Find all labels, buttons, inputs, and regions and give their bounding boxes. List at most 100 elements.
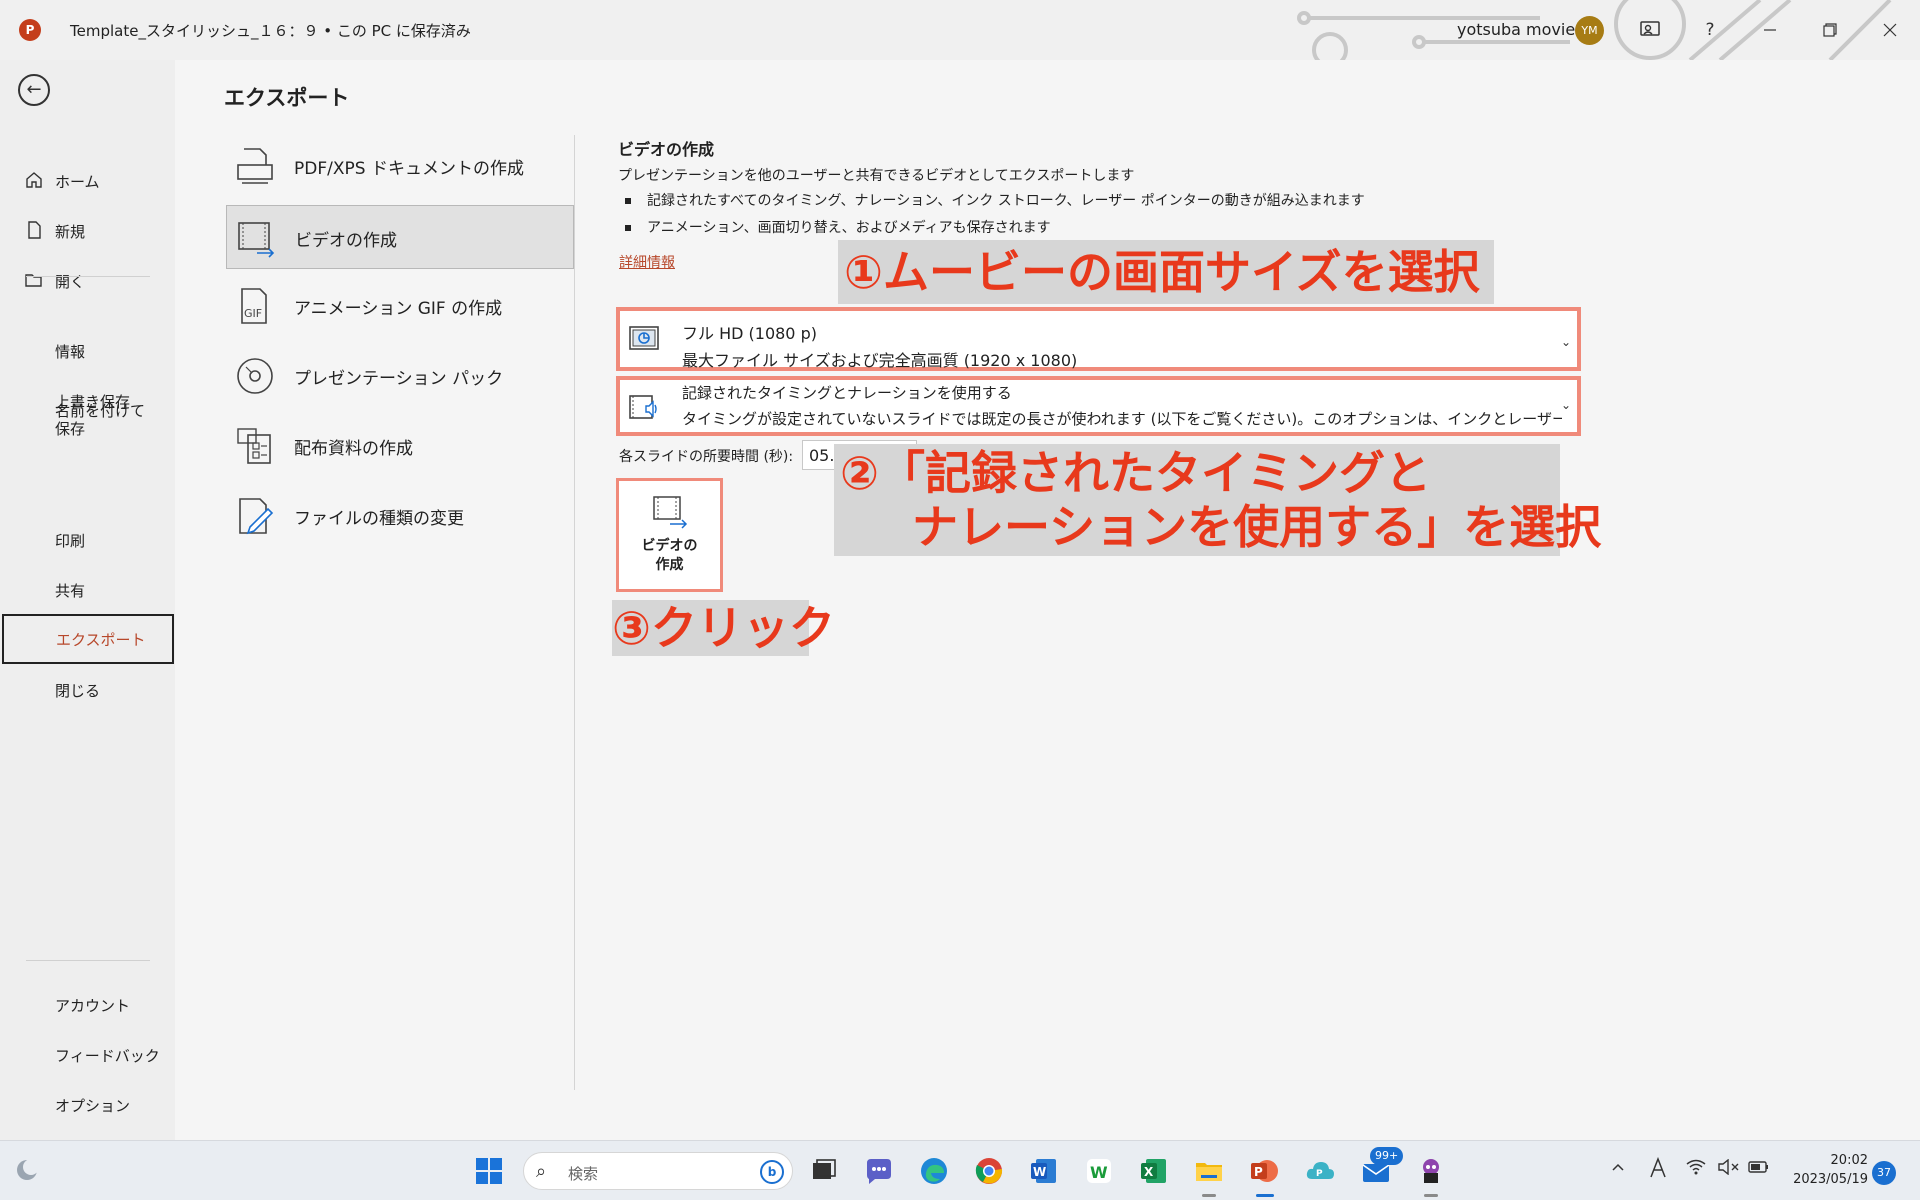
export-option-gif[interactable]: GIF アニメーション GIF の作成 xyxy=(226,274,574,338)
teams-chat-icon[interactable] xyxy=(863,1155,895,1187)
chevron-up-icon[interactable] xyxy=(1610,1159,1626,1179)
export-option-pdf[interactable]: PDF/XPS ドキュメントの作成 xyxy=(226,134,574,198)
nav-label: 共有 xyxy=(55,582,86,600)
nav-label: 閉じる xyxy=(55,682,101,700)
minimize-icon[interactable] xyxy=(1754,14,1786,46)
powerpoint-app-icon[interactable]: P xyxy=(1248,1155,1280,1187)
running-indicator xyxy=(1202,1194,1216,1197)
create-video-button[interactable]: ビデオの 作成 xyxy=(616,478,723,592)
coauthor-icon[interactable] xyxy=(1634,14,1666,46)
video-quality-dropdown[interactable]: フル HD (1080 p) 最大ファイル サイズおよび完全高画質 (1920 … xyxy=(616,307,1581,371)
nav-label: 情報 xyxy=(55,343,86,361)
ime-icon[interactable] xyxy=(1648,1156,1668,1184)
export-option-change-type[interactable]: ファイルの種類の変更 xyxy=(226,484,574,548)
nav-feedback[interactable]: フィードバック xyxy=(0,1034,175,1076)
svg-text:W: W xyxy=(1033,1165,1046,1179)
nav-print[interactable]: 印刷 xyxy=(0,519,175,561)
windows-start-icon[interactable] xyxy=(473,1155,505,1187)
nav-save-as[interactable]: 名前を付けて保存 xyxy=(0,398,175,460)
file-explorer-icon[interactable] xyxy=(1193,1155,1225,1187)
nav-label: エクスポート xyxy=(56,631,146,649)
feature-bullet: アニメーション、画面切り替え、およびメディアも保存されます xyxy=(625,217,1051,237)
file-type-icon xyxy=(239,498,274,535)
nav-label: 新規 xyxy=(55,223,86,241)
user-name[interactable]: yotsuba movie xyxy=(1457,20,1575,39)
excel-app-icon[interactable]: X xyxy=(1138,1155,1170,1187)
chevron-down-icon: ⌄ xyxy=(1560,398,1571,412)
option-label: PDF/XPS ドキュメントの作成 xyxy=(294,159,524,179)
svg-text:X: X xyxy=(1144,1165,1154,1179)
nav-close[interactable]: 閉じる xyxy=(0,669,175,711)
narration-icon xyxy=(629,395,657,419)
avatar[interactable]: YM xyxy=(1575,16,1604,45)
backstage-nav: ← ホーム 新規 開く 情報 上書き保存 名前を付けて保存 印刷 共有 エクスポ… xyxy=(0,60,175,1140)
video-icon xyxy=(653,496,688,529)
nav-label: ホーム xyxy=(55,173,100,191)
system-clock[interactable]: 20:02 2023/05/19 xyxy=(1790,1151,1868,1189)
home-icon xyxy=(24,170,44,190)
feature-bullet: 記録されたすべてのタイミング、ナレーション、インク ストローク、レーザー ポイン… xyxy=(625,190,1365,210)
nav-open[interactable]: 開く xyxy=(0,260,175,302)
bing-icon[interactable]: b xyxy=(760,1160,784,1184)
clock-date: 2023/05/19 xyxy=(1793,1172,1868,1187)
chrome-browser-icon[interactable] xyxy=(973,1155,1005,1187)
export-option-video[interactable]: ビデオの作成 xyxy=(226,205,574,269)
running-indicator xyxy=(1424,1194,1438,1197)
create-video-label: ビデオの 作成 xyxy=(641,538,698,573)
option-label: ビデオの作成 xyxy=(295,231,397,251)
timing-subtitle: タイミングが設定されていないスライドでは既定の長さが使われます (以下をご覧くだ… xyxy=(682,410,1562,428)
nav-share[interactable]: 共有 xyxy=(0,569,175,611)
active-app-indicator xyxy=(1256,1194,1274,1197)
svg-text:P: P xyxy=(1254,1165,1263,1179)
speaker-muted-icon[interactable] xyxy=(1718,1158,1740,1179)
back-arrow-icon[interactable]: ← xyxy=(18,74,50,106)
nav-label: フィードバック xyxy=(55,1047,160,1065)
nav-options[interactable]: オプション xyxy=(0,1084,175,1126)
cloud-app-icon[interactable]: P xyxy=(1304,1155,1336,1187)
nav-account[interactable]: アカウント xyxy=(0,984,175,1026)
nav-label: アカウント xyxy=(55,997,131,1015)
option-label: アニメーション GIF の作成 xyxy=(294,299,503,319)
timing-narration-dropdown[interactable]: 記録されたタイミングとナレーションを使用する タイミングが設定されていないスライ… xyxy=(616,376,1581,436)
wps-writer-icon[interactable]: W xyxy=(1083,1155,1115,1187)
chevron-down-icon: ⌄ xyxy=(1560,335,1571,349)
battery-icon[interactable] xyxy=(1748,1159,1770,1179)
edge-browser-icon[interactable] xyxy=(918,1155,950,1187)
nav-export[interactable]: エクスポート xyxy=(2,614,174,664)
taskbar: ⌕ 検索 b W W X P P 99+ 20:02 2023/05/19 37 xyxy=(0,1140,1920,1200)
page-title: エクスポート xyxy=(224,86,350,110)
pdf-icon xyxy=(237,148,273,184)
nav-label: 名前を付けて保存 xyxy=(55,402,146,438)
close-icon[interactable] xyxy=(1874,14,1906,46)
option-label: プレゼンテーション パック xyxy=(294,369,504,389)
export-option-package[interactable]: プレゼンテーション パック xyxy=(226,344,574,408)
handout-icon xyxy=(237,428,271,464)
video-icon xyxy=(238,222,275,258)
nav-divider xyxy=(26,960,150,961)
weather-icon[interactable] xyxy=(12,1155,42,1185)
section-title: ビデオの作成 xyxy=(618,140,715,159)
presentation-quality-icon xyxy=(629,326,659,350)
nav-info[interactable]: 情報 xyxy=(0,330,175,372)
search-icon: ⌕ xyxy=(536,1161,547,1182)
more-info-link[interactable]: 詳細情報 xyxy=(619,252,675,272)
export-option-handout[interactable]: 配布資料の作成 xyxy=(226,414,574,478)
cd-icon xyxy=(237,358,273,394)
option-label: 配布資料の作成 xyxy=(294,439,413,459)
word-app-icon[interactable]: W xyxy=(1028,1155,1060,1187)
powerpoint-app-icon: P xyxy=(19,19,41,41)
svg-text:P: P xyxy=(1316,1169,1323,1179)
nav-new[interactable]: 新規 xyxy=(0,210,175,252)
slide-duration-label: 各スライドの所要時間 (秒): xyxy=(619,449,794,465)
svg-text:W: W xyxy=(1090,1163,1108,1182)
clock-time: 20:02 xyxy=(1830,1153,1868,1168)
taskbar-search[interactable]: ⌕ 検索 b xyxy=(523,1152,793,1190)
help-icon[interactable]: ? xyxy=(1694,14,1726,46)
restore-icon[interactable] xyxy=(1814,14,1846,46)
section-description: プレゼンテーションを他のユーザーと共有できるビデオとしてエクスポートします xyxy=(618,168,1135,184)
character-app-icon[interactable] xyxy=(1415,1155,1447,1187)
task-view-icon[interactable] xyxy=(808,1155,840,1187)
wifi-icon[interactable] xyxy=(1686,1159,1706,1179)
nav-home[interactable]: ホーム xyxy=(0,160,175,202)
notification-count-badge[interactable]: 37 xyxy=(1872,1161,1896,1185)
